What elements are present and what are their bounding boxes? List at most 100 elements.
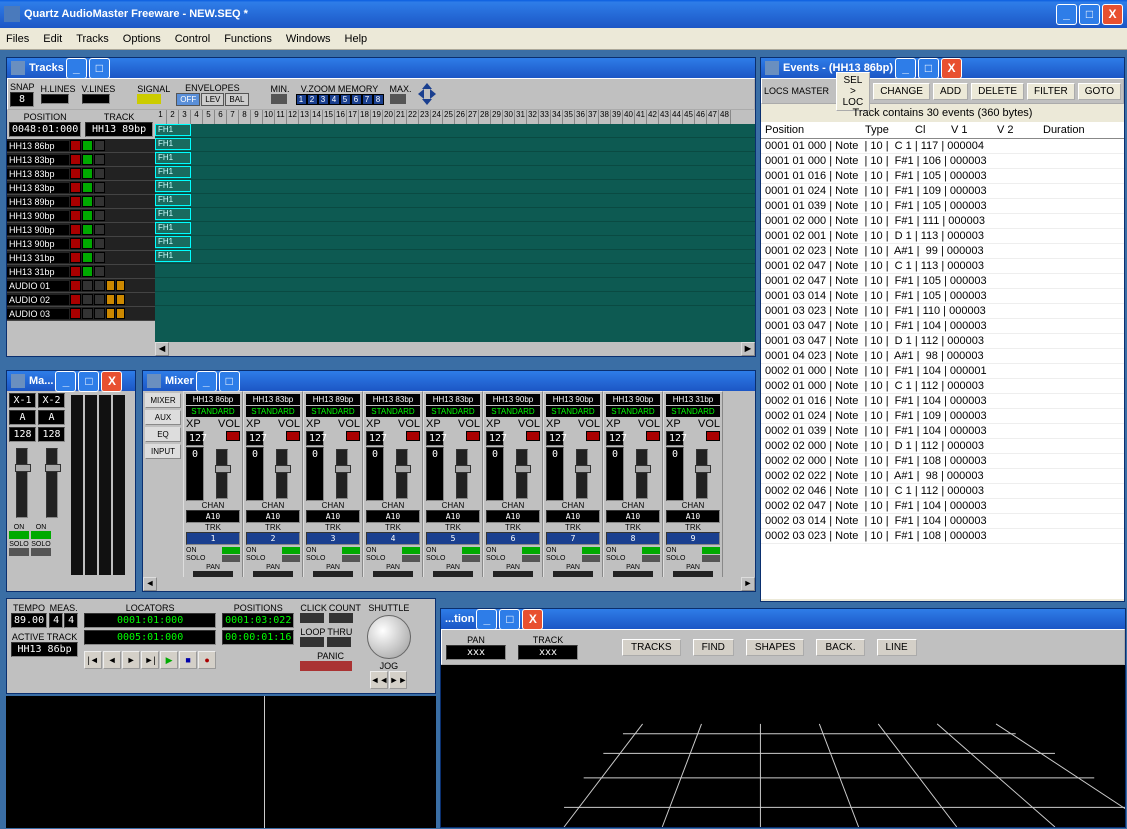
events-row[interactable]: 0001 01 024 | Note | 10 | F#1 | 109 | 00… xyxy=(761,184,1124,199)
strip-fader[interactable] xyxy=(456,449,468,499)
track-opt-button[interactable] xyxy=(94,266,105,277)
transport-start-icon[interactable]: |◄ xyxy=(84,651,102,669)
clip[interactable]: FH1 xyxy=(155,180,191,192)
timeline-row[interactable]: FH1 xyxy=(155,166,755,180)
events-row[interactable]: 0001 02 023 | Note | 10 | A#1 | 99 | 000… xyxy=(761,244,1124,259)
hlines-toggle[interactable] xyxy=(41,94,69,104)
strip-solo-button[interactable] xyxy=(402,555,420,562)
mixer-tab-input[interactable]: INPUT xyxy=(145,444,181,459)
menu-control[interactable]: Control xyxy=(175,33,210,45)
strip-standard[interactable]: STANDARD xyxy=(666,406,720,417)
solo-button[interactable] xyxy=(82,294,93,305)
track-opt-button[interactable] xyxy=(94,154,105,165)
trk-value[interactable]: 1 xyxy=(186,532,240,545)
ruler-tick[interactable]: 43 xyxy=(659,110,671,124)
vis-track-value[interactable]: xxx xyxy=(518,645,578,660)
ruler-tick[interactable]: 38 xyxy=(599,110,611,124)
events-row[interactable]: 0001 02 047 | Note | 10 | F#1 | 105 | 00… xyxy=(761,274,1124,289)
filter-button[interactable]: FILTER xyxy=(1027,83,1075,100)
clip[interactable]: FH1 xyxy=(155,138,191,150)
vel-value[interactable]: 0 xyxy=(306,447,324,501)
tracks-minimize-button[interactable]: _ xyxy=(66,58,87,79)
active-track-value[interactable]: HH13 86bp xyxy=(11,642,78,657)
scroll-left-icon[interactable]: ◄ xyxy=(143,577,157,591)
events-row[interactable]: 0001 03 047 | Note | 10 | D 1 | 112 | 00… xyxy=(761,334,1124,349)
scroll-left-icon[interactable]: ◄ xyxy=(155,342,169,356)
master-fader-1[interactable] xyxy=(16,448,28,518)
strip-solo-button[interactable] xyxy=(222,555,240,562)
strip-fader[interactable] xyxy=(336,449,348,499)
vzoom-slot[interactable]: 8 xyxy=(373,94,384,105)
ruler-tick[interactable]: 39 xyxy=(611,110,623,124)
vzoom-slot[interactable]: 6 xyxy=(351,94,362,105)
strip-solo-button[interactable] xyxy=(282,555,300,562)
ruler-tick[interactable]: 13 xyxy=(299,110,311,124)
events-maximize-button[interactable]: □ xyxy=(918,58,939,79)
strip-on-button[interactable] xyxy=(402,547,420,554)
change-button[interactable]: CHANGE xyxy=(873,83,930,100)
events-row[interactable]: 0002 02 000 | Note | 10 | D 1 | 112 | 00… xyxy=(761,439,1124,454)
timeline-row[interactable]: FH1 xyxy=(155,180,755,194)
mute-button[interactable] xyxy=(70,252,81,263)
strip-solo-button[interactable] xyxy=(522,555,540,562)
tracks-maximize-button[interactable]: □ xyxy=(89,58,110,79)
meas-den[interactable]: 4 xyxy=(64,613,78,628)
position-1[interactable]: 0001:03:022 xyxy=(222,613,294,628)
track-opt-button[interactable] xyxy=(94,238,105,249)
strip-solo-button[interactable] xyxy=(582,555,600,562)
strip-standard[interactable]: STANDARD xyxy=(486,406,540,417)
events-row[interactable]: 0002 02 047 | Note | 10 | F#1 | 104 | 00… xyxy=(761,499,1124,514)
chan-value[interactable]: A10 xyxy=(426,510,480,523)
clip[interactable]: FH1 xyxy=(155,236,191,248)
events-row[interactable]: 0001 02 001 | Note | 10 | D 1 | 113 | 00… xyxy=(761,229,1124,244)
position-value[interactable]: 0048:01:000 xyxy=(9,122,81,137)
transport-play-icon[interactable]: ▶ xyxy=(160,651,178,669)
timeline-row[interactable]: FH1 xyxy=(155,124,755,138)
events-col-header[interactable]: Cl xyxy=(915,124,951,136)
xp-value[interactable]: 127 xyxy=(666,431,684,446)
track-opt-button[interactable] xyxy=(94,196,105,207)
ruler-tick[interactable]: 23 xyxy=(419,110,431,124)
clip[interactable]: FH1 xyxy=(155,208,191,220)
vel-value[interactable]: 0 xyxy=(426,447,444,501)
events-row[interactable]: 0001 02 047 | Note | 10 | C 1 | 113 | 00… xyxy=(761,259,1124,274)
strip-solo-button[interactable] xyxy=(702,555,720,562)
ruler-tick[interactable]: 29 xyxy=(491,110,503,124)
strip-on-button[interactable] xyxy=(282,547,300,554)
xp-value[interactable]: 127 xyxy=(186,431,204,446)
ruler-tick[interactable]: 4 xyxy=(191,110,203,124)
mute-button[interactable] xyxy=(70,294,81,305)
mute-button[interactable] xyxy=(70,196,81,207)
back-button[interactable]: BACK. xyxy=(816,639,864,656)
jog-fwd-icon[interactable]: ►► xyxy=(389,671,407,689)
events-col-header[interactable]: Duration xyxy=(1043,124,1113,136)
ruler-tick[interactable]: 30 xyxy=(503,110,515,124)
timeline-row[interactable] xyxy=(155,278,755,292)
events-row[interactable]: 0001 03 047 | Note | 10 | F#1 | 104 | 00… xyxy=(761,319,1124,334)
master-x1[interactable]: X-1 xyxy=(9,393,36,408)
events-row[interactable]: 0002 01 000 | Note | 10 | C 1 | 112 | 00… xyxy=(761,379,1124,394)
vel-value[interactable]: 0 xyxy=(606,447,624,501)
ruler-tick[interactable]: 24 xyxy=(431,110,443,124)
strip-on-button[interactable] xyxy=(462,547,480,554)
track-row[interactable]: AUDIO 02 xyxy=(7,293,155,307)
track-opt-button[interactable] xyxy=(94,168,105,179)
menu-windows[interactable]: Windows xyxy=(286,33,331,45)
track-row[interactable]: HH13 90bp xyxy=(7,209,155,223)
ruler-tick[interactable]: 1 xyxy=(155,110,167,124)
strip-on-button[interactable] xyxy=(582,547,600,554)
events-rows[interactable]: 0001 01 000 | Note | 10 | C 1 | 117 | 00… xyxy=(761,139,1124,599)
track-opt-button[interactable] xyxy=(94,308,105,319)
env-lev-button[interactable]: LEV xyxy=(201,93,224,106)
vis-maximize-button[interactable]: □ xyxy=(499,609,520,630)
strip-fader[interactable] xyxy=(696,449,708,499)
events-row[interactable]: 0002 02 000 | Note | 10 | F#1 | 108 | 00… xyxy=(761,454,1124,469)
solo-button[interactable] xyxy=(82,238,93,249)
menu-tracks[interactable]: Tracks xyxy=(76,33,109,45)
lr-r-button[interactable] xyxy=(116,294,125,305)
ruler-tick[interactable]: 16 xyxy=(335,110,347,124)
jog-back-icon[interactable]: ◄◄ xyxy=(370,671,388,689)
ruler-tick[interactable]: 27 xyxy=(467,110,479,124)
lr-r-button[interactable] xyxy=(116,280,125,291)
timeline-row[interactable]: FH1 xyxy=(155,152,755,166)
